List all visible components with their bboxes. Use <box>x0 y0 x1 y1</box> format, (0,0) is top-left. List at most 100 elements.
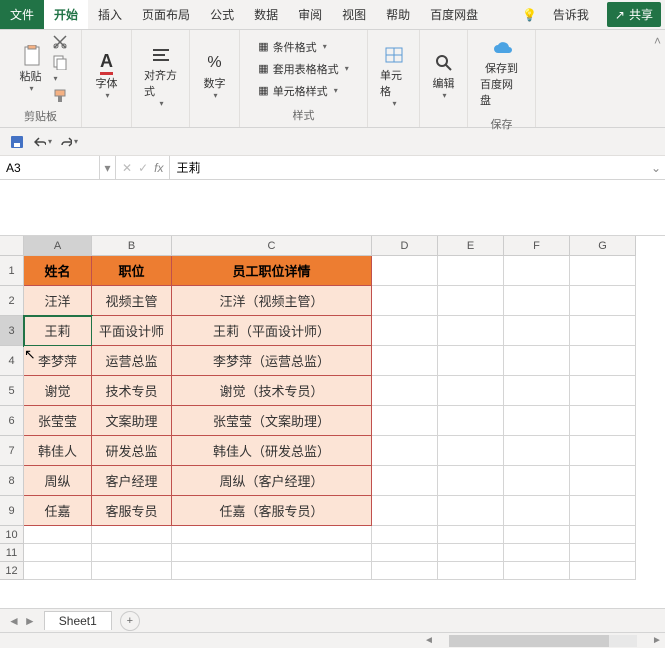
cell-A2[interactable]: 汪洋 <box>24 286 92 316</box>
row-header-1[interactable]: 1 <box>0 256 24 286</box>
cell-D11[interactable] <box>372 544 438 562</box>
cell-G6[interactable] <box>570 406 636 436</box>
cell-C7[interactable]: 韩佳人（研发总监） <box>172 436 372 466</box>
tab-home[interactable]: 开始 <box>44 0 88 29</box>
cell-F9[interactable] <box>504 496 570 526</box>
alignment-button[interactable]: 对齐方式 <box>138 41 183 112</box>
cell-F7[interactable] <box>504 436 570 466</box>
cell-B5[interactable]: 技术专员 <box>92 376 172 406</box>
cell-E2[interactable] <box>438 286 504 316</box>
row-header-4[interactable]: 4 <box>0 346 24 376</box>
cell-E10[interactable] <box>438 526 504 544</box>
cell-D5[interactable] <box>372 376 438 406</box>
cell-C3[interactable]: 王莉（平面设计师） <box>172 316 372 346</box>
cell-G5[interactable] <box>570 376 636 406</box>
column-header-C[interactable]: C <box>172 236 372 256</box>
cell-F10[interactable] <box>504 526 570 544</box>
row-header-7[interactable]: 7 <box>0 436 24 466</box>
cell-G7[interactable] <box>570 436 636 466</box>
name-box-input[interactable] <box>6 161 93 175</box>
conditional-format-button[interactable]: ▦条件格式 <box>254 37 352 57</box>
prev-sheet-icon[interactable]: ◄ <box>8 614 20 628</box>
cell-C1[interactable]: 员工职位详情 <box>172 256 372 286</box>
cell-D9[interactable] <box>372 496 438 526</box>
tab-formula[interactable]: 公式 <box>200 0 244 29</box>
format-as-table-button[interactable]: ▦套用表格格式 <box>254 59 352 79</box>
cell-C6[interactable]: 张莹莹（文案助理） <box>172 406 372 436</box>
name-box-dropdown[interactable]: ▾ <box>100 156 116 179</box>
cell-C12[interactable] <box>172 562 372 580</box>
tab-page-layout[interactable]: 页面布局 <box>132 0 200 29</box>
cell-E9[interactable] <box>438 496 504 526</box>
cells-button[interactable]: 单元格 <box>374 41 413 112</box>
formula-input[interactable] <box>176 161 659 175</box>
cell-F3[interactable] <box>504 316 570 346</box>
cell-B11[interactable] <box>92 544 172 562</box>
column-header-F[interactable]: F <box>504 236 570 256</box>
cell-B1[interactable]: 职位 <box>92 256 172 286</box>
cell-A8[interactable]: 周纵 <box>24 466 92 496</box>
cell-E3[interactable] <box>438 316 504 346</box>
cell-D6[interactable] <box>372 406 438 436</box>
row-header-3[interactable]: 3 <box>0 316 24 346</box>
cell-A10[interactable] <box>24 526 92 544</box>
cell-G9[interactable] <box>570 496 636 526</box>
name-box[interactable] <box>0 156 100 179</box>
cell-E6[interactable] <box>438 406 504 436</box>
cell-A9[interactable]: 任嘉 <box>24 496 92 526</box>
column-header-G[interactable]: G <box>570 236 636 256</box>
row-header-11[interactable]: 11 <box>0 544 24 562</box>
cell-A3[interactable]: 王莉 <box>24 316 92 346</box>
column-header-E[interactable]: E <box>438 236 504 256</box>
cell-G10[interactable] <box>570 526 636 544</box>
cell-F6[interactable] <box>504 406 570 436</box>
cell-B4[interactable]: 运营总监 <box>92 346 172 376</box>
cell-E1[interactable] <box>438 256 504 286</box>
cancel-formula-icon[interactable]: ✕ <box>122 161 132 175</box>
redo-button[interactable] <box>60 133 78 151</box>
cell-C2[interactable]: 汪洋（视频主管） <box>172 286 372 316</box>
number-button[interactable]: % 数字 <box>198 49 232 104</box>
row-header-8[interactable]: 8 <box>0 466 24 496</box>
cell-D4[interactable] <box>372 346 438 376</box>
collapse-ribbon-icon[interactable]: ˄ <box>654 34 661 48</box>
select-all-corner[interactable] <box>0 236 24 256</box>
cell-B10[interactable] <box>92 526 172 544</box>
undo-button[interactable] <box>34 133 52 151</box>
cell-F8[interactable] <box>504 466 570 496</box>
cell-B7[interactable]: 研发总监 <box>92 436 172 466</box>
cell-D1[interactable] <box>372 256 438 286</box>
cell-G3[interactable] <box>570 316 636 346</box>
expand-formula-bar-icon[interactable]: ⌄ <box>651 161 661 175</box>
save-to-baidu-button[interactable]: 保存到 百度网盘 <box>474 34 529 112</box>
cut-button[interactable] <box>52 34 68 50</box>
cell-E8[interactable] <box>438 466 504 496</box>
row-header-5[interactable]: 5 <box>0 376 24 406</box>
cell-A12[interactable] <box>24 562 92 580</box>
editing-button[interactable]: 编辑 <box>427 49 461 104</box>
cell-C5[interactable]: 谢觉（技术专员） <box>172 376 372 406</box>
tab-review[interactable]: 审阅 <box>288 0 332 29</box>
sheet-tab[interactable]: Sheet1 <box>44 611 112 630</box>
row-header-6[interactable]: 6 <box>0 406 24 436</box>
save-button[interactable] <box>8 133 26 151</box>
cell-A4[interactable]: 李梦萍 <box>24 346 92 376</box>
tab-view[interactable]: 视图 <box>332 0 376 29</box>
cell-A7[interactable]: 韩佳人 <box>24 436 92 466</box>
cell-B3[interactable]: 平面设计师 <box>92 316 172 346</box>
cell-C9[interactable]: 任嘉（客服专员） <box>172 496 372 526</box>
copy-button[interactable] <box>52 54 68 84</box>
cell-G11[interactable] <box>570 544 636 562</box>
cell-E4[interactable] <box>438 346 504 376</box>
cell-C8[interactable]: 周纵（客户经理） <box>172 466 372 496</box>
cell-G2[interactable] <box>570 286 636 316</box>
cell-D7[interactable] <box>372 436 438 466</box>
cell-C4[interactable]: 李梦萍（运营总监） <box>172 346 372 376</box>
cell-C10[interactable] <box>172 526 372 544</box>
horizontal-scrollbar[interactable]: ◄ ► <box>0 632 665 648</box>
formula-bar[interactable]: ⌄ <box>170 156 665 179</box>
cell-G12[interactable] <box>570 562 636 580</box>
cell-C11[interactable] <box>172 544 372 562</box>
enter-formula-icon[interactable]: ✓ <box>138 161 148 175</box>
cell-F11[interactable] <box>504 544 570 562</box>
